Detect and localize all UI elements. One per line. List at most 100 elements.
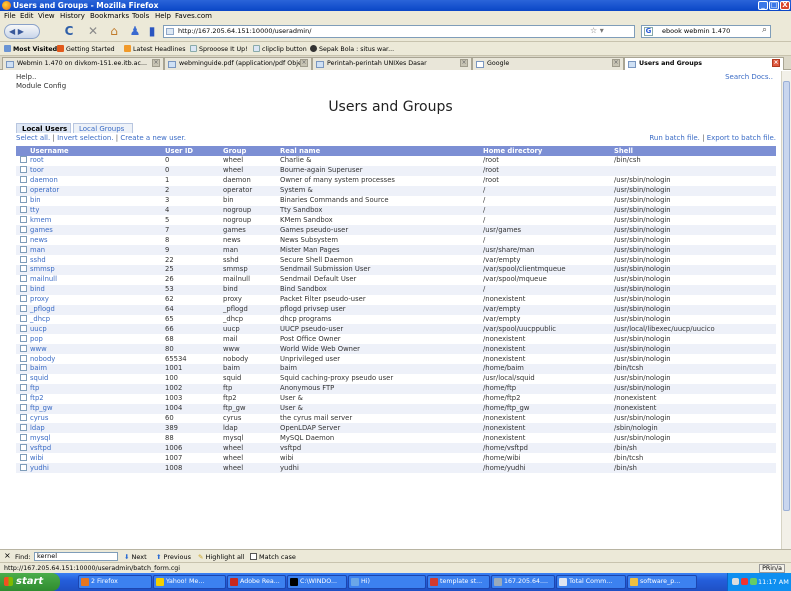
task-adobe-reader[interactable]: Adobe Rea... [227, 575, 286, 589]
bookmark-clipclip[interactable]: clipclip button [253, 45, 307, 53]
row-checkbox[interactable] [20, 433, 27, 441]
checkbox[interactable] [250, 553, 257, 560]
row-checkbox[interactable] [20, 275, 27, 283]
username-link[interactable]: news [30, 236, 48, 244]
cell-username[interactable]: ftp [16, 383, 161, 394]
username-link[interactable]: bin [30, 196, 41, 204]
row-checkbox[interactable] [20, 344, 27, 352]
username-link[interactable]: yudhi [30, 464, 49, 472]
start-button[interactable]: start [0, 573, 60, 591]
username-link[interactable]: proxy [30, 295, 49, 303]
row-checkbox[interactable] [20, 453, 27, 461]
username-link[interactable]: ftp_gw [30, 404, 53, 412]
tab-local-users[interactable]: Local Users [16, 123, 71, 133]
url-bar[interactable]: http://167.205.64.151:10000/useradmin/ [163, 25, 635, 38]
task-total-commander[interactable]: Total Comm... [556, 575, 626, 589]
create-user-link[interactable]: Create a new user. [120, 134, 186, 142]
cell-username[interactable]: kmem [16, 215, 161, 226]
row-checkbox[interactable] [20, 245, 27, 253]
username-link[interactable]: cyrus [30, 414, 48, 422]
row-checkbox[interactable] [20, 196, 27, 204]
row-checkbox[interactable] [20, 324, 27, 332]
cell-username[interactable]: wibi [16, 453, 161, 464]
username-link[interactable]: nobody [30, 355, 55, 363]
task-firefox[interactable]: 2 Firefox [78, 575, 152, 589]
username-link[interactable]: _dhcp [30, 315, 50, 323]
cell-username[interactable]: proxy [16, 294, 161, 305]
cell-username[interactable]: pop [16, 334, 161, 345]
row-checkbox[interactable] [20, 166, 27, 174]
maximize-button[interactable]: □ [769, 1, 779, 10]
tab-close-icon[interactable]: × [612, 59, 620, 67]
row-checkbox[interactable] [20, 364, 27, 372]
row-checkbox[interactable] [20, 423, 27, 431]
cell-username[interactable]: news [16, 235, 161, 246]
row-checkbox[interactable] [20, 156, 27, 164]
cell-username[interactable]: ftp2 [16, 393, 161, 404]
task-yahoo-messenger[interactable]: Yahoo! Me... [153, 575, 226, 589]
cell-username[interactable]: games [16, 225, 161, 236]
find-next-button[interactable]: ⬇ Next [124, 553, 147, 561]
row-checkbox[interactable] [20, 384, 27, 392]
row-checkbox[interactable] [20, 374, 27, 382]
cell-username[interactable]: bind [16, 284, 161, 295]
username-link[interactable]: ldap [30, 424, 45, 432]
cell-username[interactable]: daemon [16, 175, 161, 186]
stop-icon[interactable]: ✕ [86, 24, 100, 39]
bookmark-sprooose[interactable]: Sprooose It Up! [190, 45, 248, 53]
row-checkbox[interactable] [20, 186, 27, 194]
username-link[interactable]: bind [30, 285, 45, 293]
invert-selection-link[interactable]: Invert selection. [57, 134, 114, 142]
cell-username[interactable]: vsftpd [16, 443, 161, 454]
find-previous-button[interactable]: ⬆ Previous [156, 553, 191, 561]
username-link[interactable]: toor [30, 166, 44, 174]
row-checkbox[interactable] [20, 334, 27, 342]
vertical-scrollbar[interactable] [781, 71, 791, 549]
export-batch-link[interactable]: Export to batch file. [707, 134, 776, 142]
row-checkbox[interactable] [20, 225, 27, 233]
row-checkbox[interactable] [20, 235, 27, 243]
menu-view[interactable]: View [38, 12, 55, 20]
cell-username[interactable]: yudhi [16, 463, 161, 473]
username-link[interactable]: baim [30, 364, 47, 372]
tab-close-icon[interactable]: × [300, 59, 308, 67]
run-batch-link[interactable]: Run batch file. [649, 134, 700, 142]
cell-username[interactable]: _dhcp [16, 314, 161, 325]
row-checkbox[interactable] [20, 463, 27, 471]
row-checkbox[interactable] [20, 314, 27, 322]
row-checkbox[interactable] [20, 215, 27, 223]
tab-google[interactable]: Google × [472, 57, 624, 70]
tab-close-icon[interactable]: × [772, 59, 780, 67]
cell-username[interactable]: baim [16, 364, 161, 374]
cell-username[interactable]: smmsp [16, 264, 161, 275]
search-text[interactable]: ebook webmin 1.470 [662, 27, 730, 35]
cell-username[interactable]: www [16, 344, 161, 355]
username-link[interactable]: www [30, 345, 47, 353]
tab-users-and-groups[interactable]: Users and Groups × [624, 57, 784, 70]
close-button[interactable]: X [780, 1, 790, 10]
back-forward-button[interactable]: ◀ ▶ [4, 24, 40, 39]
find-close-icon[interactable]: × [4, 551, 11, 560]
username-link[interactable]: games [30, 226, 53, 234]
task-cmd[interactable]: C:\WINDO... [287, 575, 347, 589]
tray-icon[interactable] [741, 578, 748, 585]
select-all-link[interactable]: Select all. [16, 134, 50, 142]
username-link[interactable]: wibi [30, 454, 44, 462]
search-docs-link[interactable]: Search Docs.. [725, 73, 773, 81]
download-icon[interactable]: ♟ [128, 24, 142, 39]
google-icon[interactable]: G [644, 27, 653, 36]
username-link[interactable]: mysql [30, 434, 50, 442]
scrollbar-thumb[interactable] [783, 81, 790, 511]
row-checkbox[interactable] [20, 295, 27, 303]
tab-webmin[interactable]: Webmin 1.470 on divkom-151.ee.itb.ac... … [2, 57, 164, 70]
row-checkbox[interactable] [20, 354, 27, 362]
username-link[interactable]: uucp [30, 325, 47, 333]
cell-username[interactable]: operator [16, 185, 161, 196]
bookmark-icon[interactable]: ▮ [147, 24, 157, 39]
tab-perintah[interactable]: Perintah-perintah UNIXes Dasar × [312, 57, 472, 70]
username-link[interactable]: mailnull [30, 275, 57, 283]
cell-username[interactable]: ldap [16, 423, 161, 434]
menu-tools[interactable]: Tools [132, 12, 149, 20]
cell-username[interactable]: toor [16, 165, 161, 176]
back-arrow-icon[interactable]: ◀ [9, 27, 15, 36]
